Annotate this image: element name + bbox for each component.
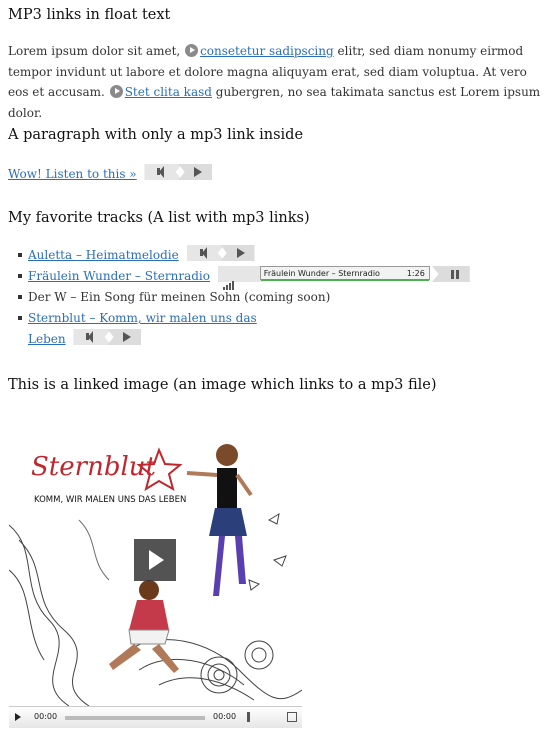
link-stet-clita[interactable]: Stet clita kasd — [125, 85, 212, 99]
wow-link[interactable]: Wow! Listen to this » — [8, 167, 137, 181]
current-time: 00:00 — [34, 712, 58, 721]
play-icon[interactable] — [194, 167, 203, 177]
link-consetetur[interactable]: consetetur sadipscing — [200, 44, 334, 58]
mini-player[interactable] — [186, 245, 255, 261]
track-link[interactable]: Auletta – Heimatmelodie — [28, 248, 179, 262]
play-icon[interactable] — [123, 332, 132, 342]
progress-bar — [260, 279, 429, 281]
seek-bar[interactable] — [65, 716, 205, 720]
track-link[interactable]: Fräulein Wunder – Sternradio — [28, 269, 210, 283]
heading-paragraph-mp3: A paragraph with only a mp3 link inside — [8, 127, 304, 143]
pause-icon[interactable] — [450, 270, 454, 279]
volume-icon[interactable] — [247, 712, 276, 722]
video-play-button[interactable] — [134, 539, 176, 581]
heading-favorite-tracks: My favorite tracks (A list with mp3 link… — [8, 210, 310, 226]
cover-subtitle: KOMM, WIR MALEN UNS DAS LEBEN — [34, 495, 186, 505]
track-link-cont[interactable]: Leben — [28, 332, 66, 346]
video-controls: 00:00 00:00 — [9, 706, 302, 728]
heading-mp3-float: MP3 links in float text — [8, 7, 171, 23]
wow-paragraph: Wow! Listen to this » — [8, 164, 213, 185]
mini-player[interactable] — [144, 164, 213, 180]
play-icon[interactable] — [185, 44, 199, 57]
list-item: Sternblut – Komm, wir malen uns das Lebe… — [18, 308, 470, 350]
total-time: 00:00 — [213, 712, 237, 721]
fullscreen-icon[interactable] — [287, 712, 297, 722]
mini-player[interactable] — [73, 329, 142, 345]
tracks-list: Auletta – Heimatmelodie Fräulein Wunder … — [18, 245, 470, 350]
logo-text: Sternblut — [31, 452, 157, 482]
track-link[interactable]: Sternblut – Komm, wir malen uns das — [28, 311, 257, 325]
play-icon[interactable] — [236, 248, 245, 258]
track-text: Der W – Ein Song für meinen Sohn (coming… — [28, 290, 331, 304]
list-item: Auletta – Heimatmelodie — [18, 245, 470, 266]
float-paragraph: Lorem ipsum dolor sit amet, consetetur s… — [8, 41, 542, 123]
player-status: Fräulein Wunder – Sternradio 1:26 — [259, 266, 430, 281]
play-icon[interactable] — [15, 713, 21, 721]
player-title: Fräulein Wunder – Sternradio — [263, 269, 380, 278]
para-text-1: Lorem ipsum dolor sit amet, — [8, 44, 181, 58]
expanded-player[interactable]: Fräulein Wunder – Sternradio 1:26 — [217, 266, 470, 290]
list-item: Der W – Ein Song für meinen Sohn (coming… — [18, 287, 470, 308]
list-item: Fräulein Wunder – Sternradio Fräulein Wu… — [18, 266, 470, 290]
play-icon[interactable] — [109, 85, 123, 98]
heading-linked-image: This is a linked image (an image which l… — [8, 377, 437, 393]
